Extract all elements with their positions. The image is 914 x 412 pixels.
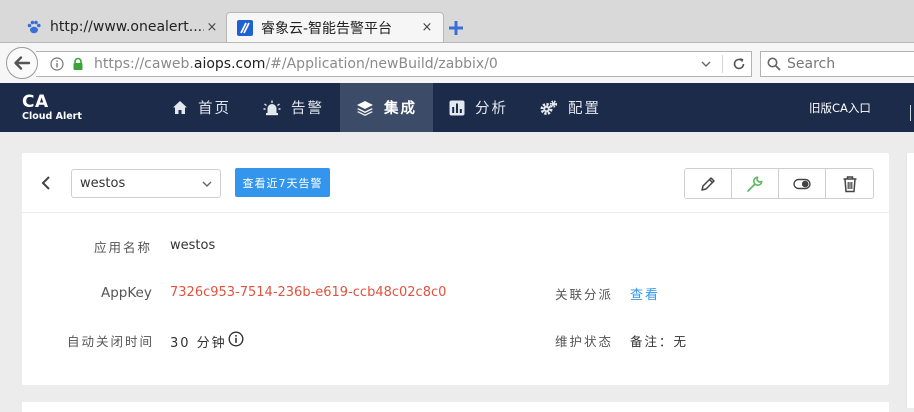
layers-icon bbox=[357, 100, 373, 116]
lock-icon bbox=[73, 57, 83, 70]
back-arrow-icon bbox=[14, 56, 31, 70]
bar-chart-icon bbox=[449, 100, 465, 115]
maintenance-status-value: 备注：无 bbox=[630, 334, 689, 349]
toggle-button[interactable] bbox=[779, 169, 826, 198]
back-button[interactable] bbox=[6, 47, 38, 79]
app-select-value: westos bbox=[80, 176, 126, 191]
logo-sub: Cloud Alert bbox=[22, 111, 82, 122]
app-header: CA Cloud Alert 首页 告警 集成 分析 配置 旧版CA入口 bbox=[0, 83, 914, 132]
linked-dispatch-label: 关联分派 bbox=[555, 287, 614, 302]
nav-label: 配置 bbox=[568, 101, 601, 117]
nav-integration[interactable]: 集成 bbox=[340, 83, 433, 132]
url-text[interactable]: https://caweb.aiops.com/#/Application/ne… bbox=[94, 56, 694, 72]
back-chevron-icon[interactable] bbox=[38, 173, 54, 193]
alarm-light-icon bbox=[263, 100, 281, 115]
auto-close-label: 自动关闭时间 bbox=[67, 334, 155, 349]
linked-dispatch-link[interactable]: 查看 bbox=[630, 284, 660, 303]
nav-label: 分析 bbox=[475, 101, 508, 117]
logo[interactable]: CA Cloud Alert bbox=[22, 93, 82, 123]
trash-icon bbox=[843, 175, 856, 192]
chevron-down-icon bbox=[202, 181, 212, 187]
reload-icon[interactable] bbox=[727, 54, 751, 74]
url-bar[interactable]: https://caweb.aiops.com/#/Application/ne… bbox=[36, 51, 752, 77]
url-prefix: https://caweb. bbox=[94, 56, 194, 72]
home-icon bbox=[173, 101, 187, 114]
url-path: /#/Application/newBuild/zabbix/0 bbox=[265, 56, 498, 72]
nav-alerts[interactable]: 告警 bbox=[247, 83, 340, 132]
browser-tab-strip: http://www.onealert.... × 睿象云-智能告警平台 × bbox=[0, 0, 914, 42]
nav-analysis[interactable]: 分析 bbox=[433, 83, 524, 132]
tab-close-icon[interactable]: × bbox=[419, 20, 435, 35]
maintenance-status-label: 维护状态 bbox=[555, 334, 614, 349]
main-nav: 首页 告警 集成 分析 配置 bbox=[156, 83, 617, 132]
nav-label: 集成 bbox=[384, 101, 417, 117]
appkey-label: AppKey bbox=[101, 285, 152, 301]
auto-close-value: 30 分钟 bbox=[170, 336, 227, 351]
tab-title: 睿象云-智能告警平台 bbox=[261, 20, 393, 37]
cloudalert-favicon-icon bbox=[237, 19, 253, 36]
site-info-icon[interactable] bbox=[50, 57, 64, 71]
info-circle-icon[interactable] bbox=[228, 331, 244, 347]
configure-button[interactable] bbox=[732, 169, 779, 198]
app-name-value: westos bbox=[170, 238, 216, 253]
pencil-icon bbox=[701, 176, 715, 191]
toggle-icon bbox=[793, 178, 811, 189]
url-history-dropdown-icon[interactable] bbox=[694, 54, 718, 74]
old-version-link[interactable]: 旧版CA入口 bbox=[809, 100, 871, 116]
url-host: aiops.com bbox=[193, 56, 266, 72]
wrench-icon bbox=[747, 175, 763, 192]
logo-main: CA bbox=[22, 92, 49, 112]
recent-alerts-button[interactable]: 查看近7天告警 bbox=[235, 168, 330, 197]
delete-button[interactable] bbox=[826, 169, 873, 198]
nav-home[interactable]: 首页 bbox=[156, 83, 247, 132]
nav-label: 告警 bbox=[291, 101, 324, 117]
edit-button[interactable] bbox=[685, 169, 732, 198]
card-divider bbox=[22, 212, 889, 213]
paw-favicon-icon bbox=[27, 20, 41, 34]
integration-detail-card: westos 查看近7天告警 应用名称 westos AppKey 7326c9… bbox=[22, 153, 889, 385]
search-icon bbox=[767, 57, 781, 71]
browser-tab-onealert[interactable]: http://www.onealert.... × bbox=[16, 12, 228, 42]
app-select[interactable]: westos bbox=[71, 169, 221, 198]
tab-title: http://www.onealert.... bbox=[50, 19, 204, 35]
search-input[interactable] bbox=[787, 56, 907, 72]
browser-nav-bar: https://caweb.aiops.com/#/Application/ne… bbox=[0, 42, 914, 83]
new-tab-icon[interactable] bbox=[446, 18, 466, 38]
nav-settings[interactable]: 配置 bbox=[524, 83, 617, 132]
next-card-edge bbox=[22, 402, 889, 412]
action-button-group bbox=[684, 168, 874, 199]
browser-tab-cloudalert[interactable]: 睿象云-智能告警平台 × bbox=[226, 12, 444, 42]
url-separator bbox=[722, 55, 723, 73]
tab-close-icon[interactable]: × bbox=[204, 20, 220, 35]
side-panel-edge bbox=[906, 153, 914, 408]
app-name-label: 应用名称 bbox=[94, 240, 153, 255]
gear-icon bbox=[540, 99, 558, 115]
search-box[interactable] bbox=[760, 51, 914, 77]
appkey-value: 7326c953-7514-236b-e619-ccb48c02c8c0 bbox=[170, 285, 447, 300]
nav-label: 首页 bbox=[198, 101, 231, 117]
header-edge-divider bbox=[910, 105, 914, 121]
